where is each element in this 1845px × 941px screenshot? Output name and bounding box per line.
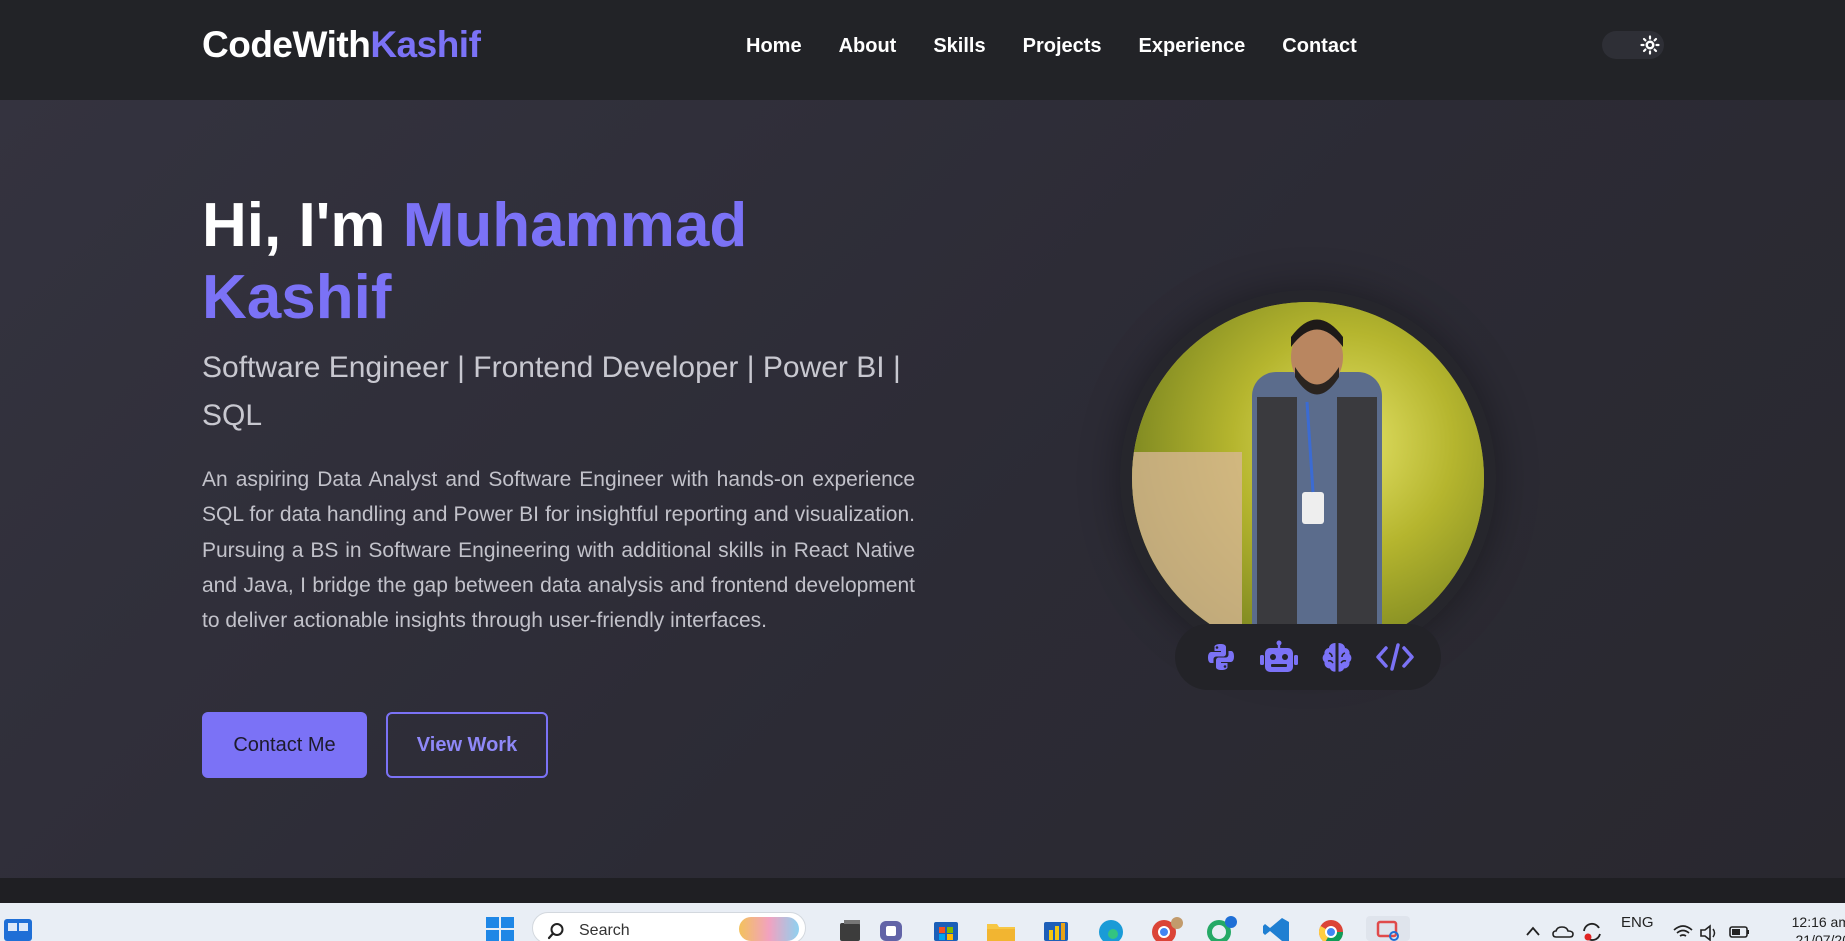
profile-frame xyxy=(1120,290,1496,666)
site-logo[interactable]: CodeWithKashif xyxy=(202,24,481,66)
store-icon[interactable] xyxy=(931,916,961,941)
taskbar-search[interactable]: Search xyxy=(532,912,806,941)
sun-icon xyxy=(1640,35,1660,55)
nav-link-skills[interactable]: Skills xyxy=(933,35,985,58)
clock-date: 21/07/20 xyxy=(1795,932,1845,941)
view-work-button[interactable]: View Work xyxy=(386,712,548,778)
robot-icon xyxy=(1257,635,1301,679)
nav-link-experience[interactable]: Experience xyxy=(1139,35,1246,58)
hero-subtitle: Software Engineer | Frontend Developer |… xyxy=(202,351,901,432)
task-view-icon[interactable] xyxy=(836,916,866,941)
vscode-icon[interactable] xyxy=(1261,916,1291,941)
file-explorer-icon[interactable] xyxy=(985,916,1015,941)
theme-toggle[interactable] xyxy=(1602,31,1664,59)
search-icon xyxy=(547,922,565,941)
hero-section: Hi, I'm Muhammad Kashif Software Enginee… xyxy=(0,100,1845,878)
edge-icon[interactable] xyxy=(1096,916,1126,941)
widgets-icon[interactable] xyxy=(2,917,34,941)
hero-about-text: An aspiring Data Analyst and Software En… xyxy=(202,468,915,633)
brain-icon xyxy=(1315,635,1359,679)
volume-icon[interactable] xyxy=(1698,916,1720,941)
whatsapp-icon[interactable] xyxy=(1205,916,1237,941)
next-section-edge xyxy=(0,878,1845,903)
language-indicator[interactable]: ENG xyxy=(1621,914,1654,931)
tech-icon-bar xyxy=(1175,624,1441,690)
logo-accent-text: Kashif xyxy=(370,24,481,65)
start-icon[interactable] xyxy=(486,917,514,941)
logo-text: CodeWith xyxy=(202,24,371,65)
navbar: CodeWithKashif Home About Skills Project… xyxy=(0,0,1845,100)
nav-link-about[interactable]: About xyxy=(839,35,897,58)
contact-me-button[interactable]: Contact Me xyxy=(202,712,367,778)
search-placeholder: Search xyxy=(579,922,630,939)
battery-icon[interactable] xyxy=(1728,916,1752,941)
nav-link-projects[interactable]: Projects xyxy=(1023,35,1102,58)
onedrive-icon[interactable] xyxy=(1552,916,1574,941)
code-icon xyxy=(1373,635,1417,679)
windows-taskbar: Search ENG 12:16 am 21/07/20 xyxy=(0,903,1845,941)
search-highlight-art xyxy=(739,917,799,941)
chevron-up-icon[interactable] xyxy=(1524,916,1542,941)
chrome-icon[interactable] xyxy=(1316,916,1346,941)
sync-icon[interactable] xyxy=(1580,916,1604,941)
nav-link-home[interactable]: Home xyxy=(746,35,802,58)
power-bi-icon[interactable] xyxy=(1040,916,1070,941)
system-clock[interactable]: 12:16 am 21/07/20 xyxy=(1790,913,1845,941)
profile-photo xyxy=(1132,302,1484,654)
hero-title: Hi, I'm Muhammad Kashif xyxy=(202,190,922,334)
wifi-icon[interactable] xyxy=(1672,916,1694,941)
clock-time: 12:16 am xyxy=(1791,914,1845,930)
python-icon xyxy=(1199,635,1243,679)
chrome-profile-icon[interactable] xyxy=(1150,916,1183,941)
teams-icon[interactable] xyxy=(877,916,907,941)
nav-links: Home About Skills Projects Experience Co… xyxy=(746,35,1357,58)
snipping-tool-icon[interactable] xyxy=(1366,916,1410,941)
hero-greeting: Hi, I'm xyxy=(202,191,403,260)
nav-link-contact[interactable]: Contact xyxy=(1282,35,1356,58)
